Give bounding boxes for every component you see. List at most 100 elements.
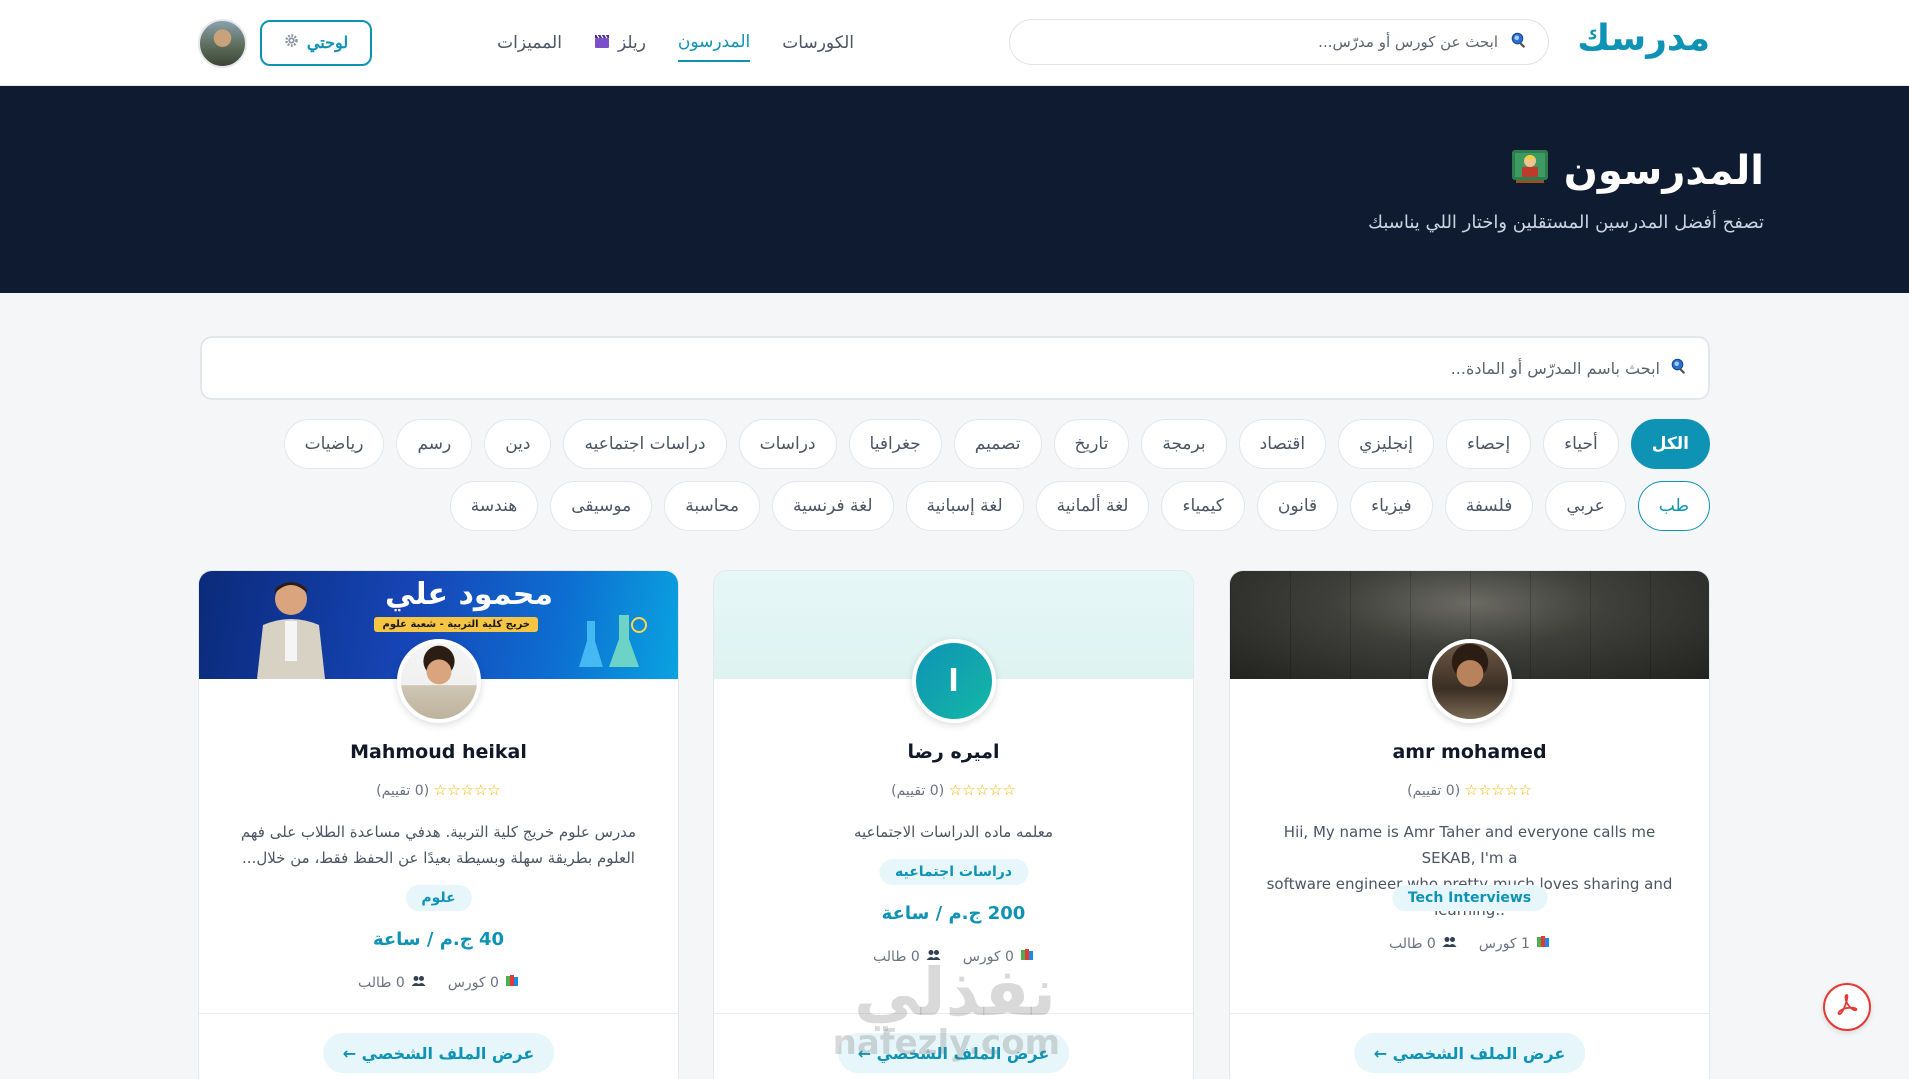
students-stat: 0 طالب — [1389, 936, 1457, 952]
category-chip[interactable]: موسيقى — [550, 481, 653, 531]
courses-stat: 0 كورس — [963, 948, 1034, 966]
hourly-price: 200 ج.م / ساعة — [881, 903, 1026, 924]
cover-subtitle: خريج كلية التربية - شعبة علوم — [374, 617, 538, 632]
nav-link-label: المميزات — [497, 33, 562, 53]
category-chip[interactable]: إحصاء — [1446, 419, 1532, 469]
nav-link-courses[interactable]: الكورسات — [782, 25, 854, 61]
dashboard-label: لوحتي — [306, 35, 349, 52]
hourly-price: 40 ج.م / ساعة — [372, 929, 505, 950]
category-chip[interactable]: تاريخ — [1053, 419, 1130, 469]
category-chip[interactable]: كيمياء — [1161, 481, 1245, 531]
subject-tag: Tech Interviews — [1391, 885, 1548, 911]
category-chip[interactable]: دراسات — [738, 419, 837, 469]
nav-link-teachers[interactable]: المدرسون — [677, 24, 751, 62]
category-chip[interactable]: رياضيات — [283, 419, 385, 469]
students-count: 0 طالب — [1389, 936, 1436, 952]
category-chip[interactable]: دراسات اجتماعيه — [563, 419, 727, 469]
teacher-avatar[interactable] — [1427, 639, 1512, 723]
teacher-search-input[interactable]: ابحث باسم المدرّس أو المادة... — [200, 336, 1710, 400]
courses-stat: 1 كورس — [1479, 935, 1550, 953]
category-chip[interactable]: لغة ألمانية — [1035, 481, 1150, 531]
teacher-stats: 0 كورس 0 طالب — [199, 974, 678, 992]
teacher-card: ا اميره رضا ☆☆☆☆☆ (0 تقييم) معلمه ماده ا… — [713, 570, 1194, 1079]
card-divider — [199, 1013, 678, 1014]
books-icon — [1020, 948, 1034, 966]
view-profile-button[interactable]: عرض الملف الشخصي ← — [837, 1033, 1070, 1073]
courses-count: 1 كورس — [1478, 936, 1530, 952]
category-chip[interactable]: رسم — [396, 419, 473, 469]
nav-link-label: المدرسون — [677, 32, 751, 52]
gear-icon — [284, 33, 299, 53]
users-icon — [926, 949, 941, 965]
category-chip[interactable]: فلسفة — [1444, 481, 1534, 531]
rating-count: (0 تقييم) — [1407, 783, 1461, 799]
category-chip[interactable]: عربي — [1545, 481, 1626, 531]
flask-icon — [579, 611, 649, 677]
teacher-rating: ☆☆☆☆☆ (0 تقييم) — [714, 781, 1193, 799]
category-chip[interactable]: تصميم — [953, 419, 1042, 469]
subject-tag: دراسات اجتماعيه — [878, 859, 1029, 885]
books-icon — [505, 974, 519, 992]
top-navbar: مدرسك ابحث عن كورس أو مدرّس... الكورسات … — [0, 0, 1909, 86]
user-avatar[interactable] — [198, 19, 247, 68]
teacher-name[interactable]: amr mohamed — [1230, 741, 1709, 763]
category-chip[interactable]: دين — [484, 419, 552, 469]
dashboard-button[interactable]: لوحتي — [260, 20, 372, 66]
courses-count: 0 كورس — [962, 949, 1014, 965]
courses-count: 0 كورس — [447, 975, 499, 991]
books-icon — [1536, 935, 1550, 953]
category-chip[interactable]: برمجة — [1141, 419, 1227, 469]
teacher-card: محمود علي خريج كلية التربية - شعبة علوم … — [198, 570, 679, 1079]
pdf-export-button[interactable] — [1823, 983, 1871, 1031]
top-search-placeholder: ابحث عن كورس أو مدرّس... — [1318, 33, 1498, 51]
teacher-bio: معلمه ماده الدراسات الاجتماعيه — [744, 819, 1163, 845]
rating-count: (0 تقييم) — [891, 783, 945, 799]
view-profile-button[interactable]: عرض الملف الشخصي ← — [322, 1033, 555, 1073]
rating-stars: ☆☆☆☆☆ — [948, 781, 1016, 799]
teacher-bio-line: معلمه ماده الدراسات الاجتماعيه — [854, 823, 1053, 841]
category-chips-row-2: طب عربي فلسفة فيزياء قانون كيمياء لغة ألمانية ل… — [449, 481, 1710, 531]
nav-link-label: ريلز — [617, 33, 646, 53]
category-chip[interactable]: أحياء — [1543, 419, 1619, 469]
top-search-bar[interactable]: ابحث عن كورس أو مدرّس... — [1009, 19, 1549, 65]
students-count: 0 طالب — [358, 975, 405, 991]
nav-link-features[interactable]: المميزات — [497, 25, 562, 61]
category-chip[interactable]: طب — [1637, 481, 1710, 531]
category-chip[interactable]: جغرافيا — [848, 419, 942, 469]
category-chip[interactable]: الكل — [1630, 419, 1710, 469]
category-chip[interactable]: قانون — [1256, 481, 1339, 531]
page-title: المدرسون — [1510, 146, 1764, 196]
page-subtitle: تصفح أفضل المدرسين المستقلين واختار اللي… — [1368, 212, 1764, 233]
category-chip[interactable]: هندسة — [449, 481, 539, 531]
teacher-stats: 1 كورس 0 طالب — [1230, 935, 1709, 953]
teacher-rating: ☆☆☆☆☆ (0 تقييم) — [1230, 781, 1709, 799]
teacher-bio: مدرس علوم خريج كلية التربية. هدفي مساعدة… — [229, 819, 648, 871]
category-chip[interactable]: فيزياء — [1350, 481, 1433, 531]
category-chip[interactable]: لغة فرنسية — [771, 481, 894, 531]
pdf-icon — [1834, 992, 1860, 1022]
teacher-avatar[interactable]: ا — [911, 639, 996, 723]
teacher-name[interactable]: Mahmoud heikal — [199, 741, 678, 763]
category-chip[interactable]: محاسبة — [664, 481, 760, 531]
users-icon — [1442, 936, 1457, 952]
nav-link-reels[interactable]: ريلز — [594, 25, 646, 62]
courses-stat: 0 كورس — [448, 974, 519, 992]
teacher-bio-line: العلوم بطريقة سهلة وبسيطة بعيدًا عن الحف… — [242, 849, 635, 867]
brand-logo[interactable]: مدرسك — [1577, 18, 1711, 59]
main-nav: الكورسات المدرسون ريلز المميزات — [497, 0, 854, 86]
card-divider — [714, 1013, 1193, 1014]
teacher-bio-line: مدرس علوم خريج كلية التربية. هدفي مساعدة… — [240, 823, 637, 841]
rating-stars: ☆☆☆☆☆ — [433, 781, 501, 799]
teacher-rating: ☆☆☆☆☆ (0 تقييم) — [199, 781, 678, 799]
category-chip[interactable]: اقتصاد — [1238, 419, 1327, 469]
view-profile-button[interactable]: عرض الملف الشخصي ← — [1353, 1033, 1586, 1073]
avatar-initial: ا — [948, 663, 959, 699]
card-divider — [1230, 1013, 1709, 1014]
category-chip[interactable]: إنجليزي — [1338, 419, 1435, 469]
teacher-name[interactable]: اميره رضا — [714, 741, 1193, 763]
search-icon — [1670, 357, 1688, 379]
teacher-search-placeholder: ابحث باسم المدرّس أو المادة... — [1450, 358, 1660, 378]
category-chip[interactable]: لغة إسبانية — [905, 481, 1024, 531]
rating-stars: ☆☆☆☆☆ — [1464, 781, 1532, 799]
teacher-avatar[interactable] — [396, 639, 481, 723]
